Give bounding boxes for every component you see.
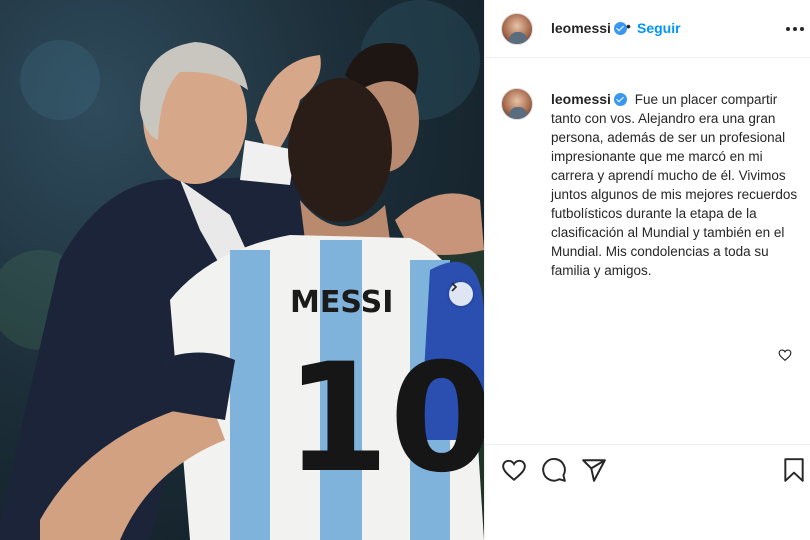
caption-username[interactable]: leomessi — [551, 91, 627, 107]
jersey-name: MESSI — [290, 285, 393, 320]
verified-icon — [613, 93, 627, 106]
follow-button[interactable]: Seguir — [637, 20, 681, 36]
avatar[interactable] — [501, 88, 533, 120]
caption-text: Fue un placer compartir tanto con vos. A… — [551, 92, 798, 278]
photo-illustration: MESSI 10 — [0, 0, 484, 540]
avatar[interactable] — [501, 13, 533, 45]
caption-text-block: leomessi Fue un placer compartir tanto c… — [551, 90, 803, 280]
comment-like-heart-icon[interactable] — [778, 348, 792, 362]
post-photo[interactable]: MESSI 10 — [0, 0, 484, 540]
photo-next-button[interactable] — [449, 282, 473, 306]
separator-dot: • — [626, 18, 631, 34]
post-side-panel: leomessi • Seguir leomessi Fue un placer… — [484, 0, 810, 540]
post-header: leomessi • Seguir — [485, 0, 810, 58]
header-username[interactable]: leomessi — [551, 20, 627, 36]
comment-icon[interactable] — [541, 457, 567, 483]
chevron-right-icon — [451, 282, 458, 292]
post-actions-bar — [485, 444, 810, 540]
heart-icon[interactable] — [501, 457, 527, 483]
share-icon[interactable] — [581, 457, 607, 483]
verified-icon — [613, 22, 627, 35]
more-icon[interactable] — [785, 19, 805, 39]
jersey-number: 10 — [285, 332, 484, 506]
bookmark-icon[interactable] — [781, 457, 807, 483]
